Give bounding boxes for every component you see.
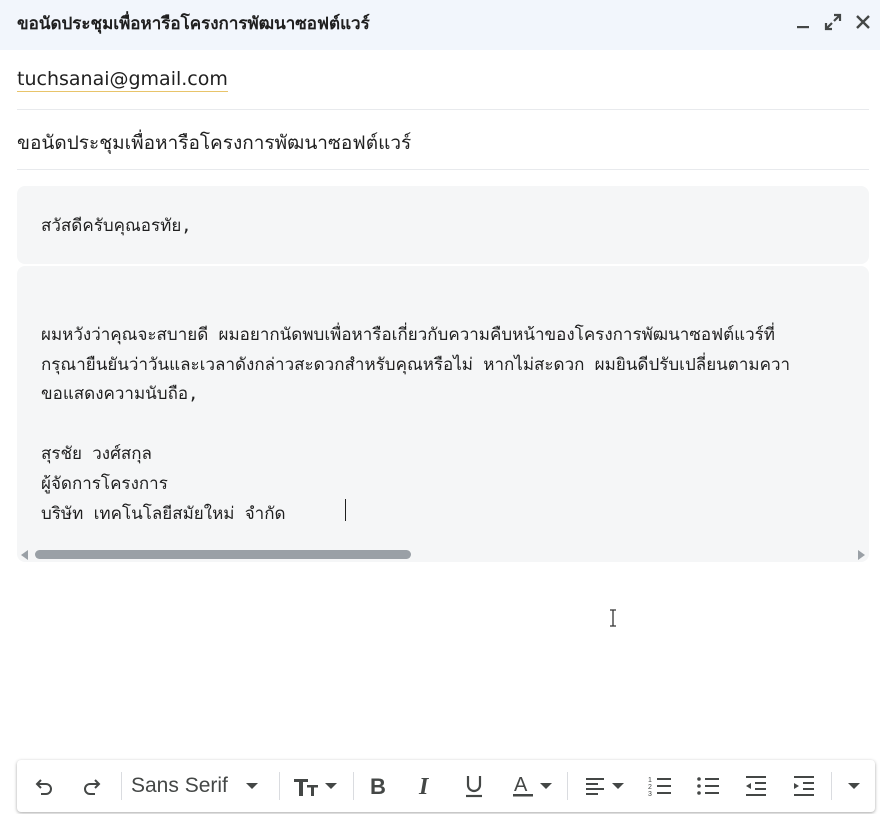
redo-icon[interactable] bbox=[77, 770, 107, 802]
toolbar-divider bbox=[121, 772, 122, 800]
svg-text:B: B bbox=[370, 775, 386, 797]
chevron-down-icon bbox=[540, 783, 552, 789]
font-family-label: Sans Serif bbox=[131, 774, 228, 797]
horizontal-scrollbar[interactable] bbox=[17, 546, 869, 564]
chevron-down-icon bbox=[245, 783, 258, 789]
scroll-thumb[interactable] bbox=[35, 550, 411, 559]
indent-less-icon[interactable] bbox=[741, 770, 771, 802]
bold-icon[interactable]: B bbox=[363, 770, 393, 802]
more-formatting-icon[interactable] bbox=[841, 770, 867, 802]
scroll-right-icon[interactable] bbox=[858, 550, 865, 560]
toolbar-divider bbox=[567, 772, 568, 800]
formatting-toolbar: Sans Serif B I A 123 bbox=[17, 760, 875, 812]
ibeam-cursor-icon bbox=[610, 609, 616, 627]
chevron-down-icon bbox=[325, 783, 337, 789]
svg-text:I: I bbox=[418, 775, 430, 797]
close-icon[interactable] bbox=[852, 11, 874, 33]
bulleted-list-icon[interactable] bbox=[693, 770, 723, 802]
svg-text:2: 2 bbox=[648, 784, 652, 791]
minimize-icon[interactable] bbox=[792, 11, 814, 33]
body-code-block-main[interactable]: ผมหวังว่าคุณจะสบายดี ผมอยากนัดพบเพื่อหาร… bbox=[17, 266, 869, 562]
toolbar-divider bbox=[831, 772, 832, 800]
subject-input[interactable]: ขอนัดประชุมเพื่อหารือโครงการพัฒนาซอฟต์แว… bbox=[17, 128, 411, 158]
signature-company: บริษัท เทคโนโลยีสมัยใหม่ จำกัด bbox=[41, 504, 286, 524]
svg-text:1: 1 bbox=[648, 777, 652, 784]
body-line: ผมหวังว่าคุณจะสบายดี ผมอยากนัดพบเพื่อหาร… bbox=[41, 325, 775, 345]
signature-name: สุรชัย วงศ์สกุล bbox=[41, 444, 152, 464]
toolbar-divider bbox=[353, 772, 354, 800]
scroll-left-icon[interactable] bbox=[21, 550, 28, 560]
signature-title: ผู้จัดการโครงการ bbox=[41, 474, 168, 494]
chevron-down-icon bbox=[848, 783, 860, 789]
indent-more-icon[interactable] bbox=[789, 770, 819, 802]
numbered-list-icon[interactable]: 123 bbox=[645, 770, 675, 802]
recipient-chip[interactable]: tuchsanai@gmail.com bbox=[17, 68, 228, 92]
svg-text:3: 3 bbox=[648, 791, 652, 797]
recipients-field[interactable]: tuchsanai@gmail.com bbox=[17, 52, 869, 110]
text-size-icon[interactable] bbox=[289, 770, 341, 802]
undo-icon[interactable] bbox=[29, 770, 59, 802]
body-code-block-greeting[interactable]: สวัสดีครับคุณอรทัย, bbox=[17, 186, 869, 264]
toolbar-divider bbox=[279, 772, 280, 800]
greeting-line: สวัสดีครับคุณอรทัย, bbox=[41, 216, 192, 236]
svg-text:A: A bbox=[514, 774, 528, 796]
align-icon[interactable] bbox=[579, 770, 629, 802]
body-line: ขอแสดงความนับถือ, bbox=[41, 384, 199, 404]
text-caret bbox=[345, 499, 346, 521]
italic-icon[interactable]: I bbox=[411, 770, 441, 802]
compose-title-bar: ขอนัดประชุมเพื่อหารือโครงการพัฒนาซอฟต์แว… bbox=[0, 0, 880, 50]
underline-icon[interactable] bbox=[459, 770, 489, 802]
compose-window-title: ขอนัดประชุมเพื่อหารือโครงการพัฒนาซอฟต์แว… bbox=[17, 14, 370, 34]
font-family-select[interactable]: Sans Serif bbox=[131, 770, 271, 802]
body-line: กรุณายืนยันว่าวันและเวลาดังกล่าวสะดวกสำห… bbox=[41, 355, 791, 375]
text-color-icon[interactable]: A bbox=[507, 770, 557, 802]
subject-field[interactable]: ขอนัดประชุมเพื่อหารือโครงการพัฒนาซอฟต์แว… bbox=[17, 111, 869, 170]
chevron-down-icon bbox=[612, 783, 624, 789]
expand-icon[interactable] bbox=[822, 11, 844, 33]
